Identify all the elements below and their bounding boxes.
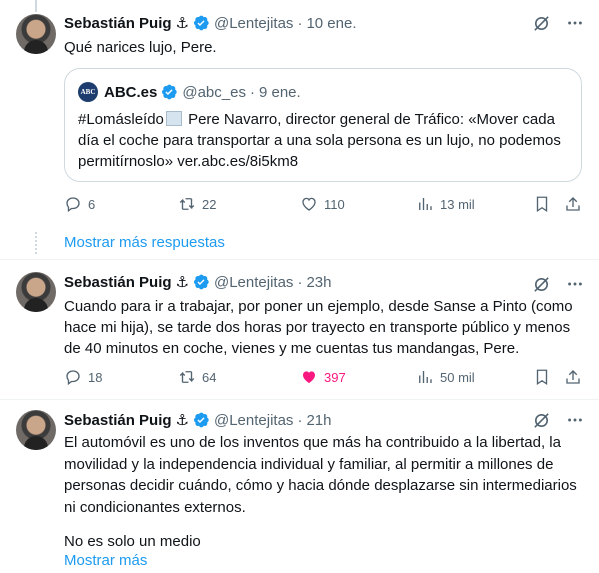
anchor-emoji: ⚓ <box>175 412 189 429</box>
avatar[interactable] <box>16 272 56 312</box>
bookmark-icon <box>536 369 548 386</box>
views-count: 50 mil <box>440 369 475 385</box>
like-count: 110 <box>324 196 345 212</box>
tweet-1[interactable]: Sebastián Puig ⚓ @Lentejitas · 10 ene. Q… <box>0 0 599 230</box>
grok-icon[interactable] <box>531 410 551 430</box>
grok-icon[interactable] <box>531 274 551 294</box>
author-handle[interactable]: @Lentejitas <box>214 274 293 291</box>
retweet-count: 64 <box>202 369 217 385</box>
tweet-text-continued: No es solo un medio <box>64 533 201 550</box>
retweet-icon <box>179 198 195 210</box>
bookmark-icon <box>536 196 548 213</box>
tweet-top-actions <box>531 410 585 430</box>
share-button[interactable] <box>564 368 582 386</box>
author-handle[interactable]: @Lentejitas <box>214 412 293 429</box>
like-count: 397 <box>324 369 346 385</box>
reply-count: 18 <box>88 369 103 385</box>
heart-icon <box>302 197 316 211</box>
dot-separator: · <box>297 14 303 32</box>
tweet-text: Qué narices lujo, Pere. <box>64 39 217 56</box>
grok-icon[interactable] <box>531 13 551 33</box>
author-name[interactable]: Sebastián Puig <box>64 412 172 429</box>
quote-author-name: ABC.es <box>104 83 158 101</box>
verified-badge-icon <box>192 411 210 429</box>
views-count: 13 mil <box>440 196 475 212</box>
views-chart-icon <box>419 198 432 210</box>
tweet-time[interactable]: 10 ene. <box>306 15 356 32</box>
retweet-count: 22 <box>202 196 217 212</box>
tweet-text: Cuando para ir a trabajar, por poner un … <box>64 298 573 357</box>
bookmark-button[interactable] <box>533 195 551 213</box>
share-icon <box>566 197 580 211</box>
more-options-icon[interactable] <box>565 410 585 430</box>
author-handle[interactable]: @Lentejitas <box>214 15 293 32</box>
heart-filled-icon <box>303 371 315 383</box>
tweet-time[interactable]: 21h <box>306 412 331 429</box>
anchor-emoji: ⚓ <box>175 274 189 291</box>
views-button[interactable]: 13 mil <box>416 195 475 213</box>
tweet-header: Sebastián Puig ⚓ @Lentejitas · 10 ene. <box>64 13 356 33</box>
show-more-link[interactable]: Mostrar más <box>64 552 147 569</box>
share-icon <box>566 370 580 384</box>
author-name[interactable]: Sebastián Puig <box>64 274 172 291</box>
verified-gold-badge-icon <box>160 83 178 101</box>
thread-line-top <box>35 0 37 12</box>
dot-separator: · <box>297 273 303 291</box>
quote-header: ABC ABC.es @abc_es · 9 ene. <box>78 82 301 102</box>
avatar[interactable] <box>16 410 56 450</box>
tweet-2[interactable]: Sebastián Puig ⚓ @Lentejitas · 23h Cuand… <box>0 260 599 400</box>
reply-icon <box>66 197 80 213</box>
quote-text: #Lomásleído Pere Navarro, director gener… <box>78 109 573 172</box>
show-more-replies-link[interactable]: Mostrar más respuestas <box>64 234 225 251</box>
reply-count: 6 <box>88 196 96 212</box>
bookmark-button[interactable] <box>533 368 551 386</box>
tweet-top-actions <box>531 274 585 294</box>
newspaper-icon <box>165 111 182 126</box>
dot-separator: · <box>249 83 255 101</box>
quote-time: 9 ene. <box>258 83 301 101</box>
reply-icon <box>66 370 80 386</box>
reply-button[interactable]: 6 <box>64 195 95 213</box>
tweet-time[interactable]: 23h <box>306 274 331 291</box>
like-button[interactable]: 397 <box>300 368 346 386</box>
retweet-icon <box>179 371 195 383</box>
retweet-button[interactable]: 22 <box>178 195 216 213</box>
verified-badge-icon <box>192 14 210 32</box>
tweet-3[interactable]: Sebastián Puig ⚓ @Lentejitas · 21h El au… <box>0 400 599 573</box>
like-button[interactable]: 110 <box>300 195 345 213</box>
views-chart-icon <box>419 371 432 383</box>
tweet-header: Sebastián Puig ⚓ @Lentejitas · 21h <box>64 410 331 430</box>
author-name[interactable]: Sebastián Puig <box>64 15 172 32</box>
quoted-tweet[interactable]: ABC ABC.es @abc_es · 9 ene. #Lomásleído … <box>64 68 582 182</box>
reply-button[interactable]: 18 <box>64 368 102 386</box>
verified-badge-icon <box>192 273 210 291</box>
more-options-icon[interactable] <box>565 274 585 294</box>
avatar[interactable] <box>16 14 56 54</box>
abc-logo: ABC <box>78 82 98 102</box>
quote-author-handle: @abc_es <box>182 83 246 101</box>
tweet-actions: 6 22 110 13 mil <box>64 195 584 215</box>
quote-hashtag: #Lomásleído <box>78 111 164 128</box>
thread-dots <box>35 232 37 254</box>
tweet-top-actions <box>531 13 585 33</box>
views-button[interactable]: 50 mil <box>416 368 475 386</box>
dot-separator: · <box>297 411 303 429</box>
tweet-header: Sebastián Puig ⚓ @Lentejitas · 23h <box>64 272 331 292</box>
more-options-icon[interactable] <box>565 13 585 33</box>
retweet-button[interactable]: 64 <box>178 368 216 386</box>
share-button[interactable] <box>564 195 582 213</box>
tweet-actions: 18 64 397 50 mil <box>64 368 584 388</box>
anchor-emoji: ⚓ <box>175 15 189 32</box>
tweet-text: El automóvil es uno de los inventos que … <box>64 434 577 516</box>
